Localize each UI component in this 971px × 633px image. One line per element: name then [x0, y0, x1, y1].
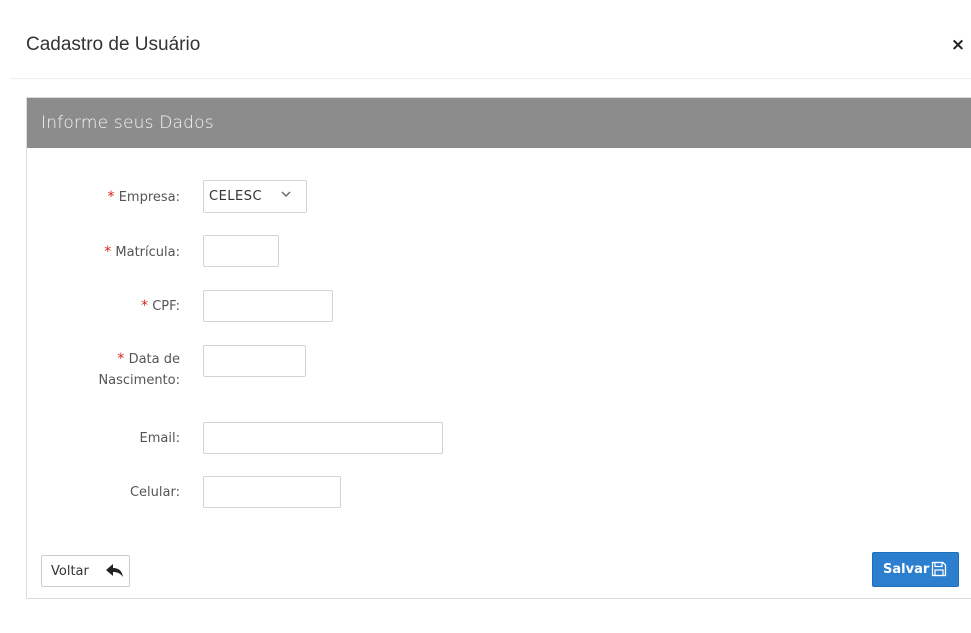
- required-marker: *: [104, 244, 112, 260]
- reply-arrow-icon: [106, 564, 123, 577]
- salvar-button-label: Salvar: [883, 562, 930, 577]
- email-input[interactable]: [203, 422, 443, 454]
- chevron-down-icon: [281, 191, 291, 197]
- required-marker: *: [107, 189, 115, 205]
- empresa-label: * Empresa:: [108, 188, 180, 207]
- voltar-button[interactable]: Voltar: [41, 555, 130, 587]
- data-nascimento-label-line2: Nascimento:: [98, 373, 180, 388]
- voltar-button-label: Voltar: [51, 564, 89, 579]
- modal-title: Cadastro de Usuário: [26, 34, 201, 55]
- matricula-label-text: Matrícula:: [115, 245, 180, 260]
- cpf-input[interactable]: [203, 290, 333, 322]
- data-panel: Informe seus Dados: [26, 97, 971, 599]
- celular-input[interactable]: [203, 476, 341, 508]
- salvar-button[interactable]: Salvar: [872, 552, 959, 587]
- empresa-select-value: CELESC: [209, 189, 263, 204]
- data-nascimento-input[interactable]: [203, 345, 306, 377]
- panel-heading-text: Informe seus Dados: [41, 113, 214, 133]
- empresa-select[interactable]: CELESC: [203, 180, 307, 213]
- cpf-label-text: CPF:: [152, 299, 180, 314]
- required-marker: *: [117, 351, 125, 367]
- cpf-label: * CPF:: [141, 297, 180, 316]
- data-nascimento-label: * Data de Nascimento:: [98, 350, 180, 390]
- email-label: Email:: [140, 430, 180, 448]
- matricula-label: * Matrícula:: [104, 243, 180, 262]
- empresa-label-text: Empresa:: [118, 190, 180, 205]
- celular-label-text: Celular:: [129, 485, 180, 500]
- close-icon[interactable]: ×: [948, 35, 968, 55]
- data-nascimento-label-line1: Data de: [128, 352, 180, 367]
- celular-label: Celular:: [130, 484, 180, 502]
- header-divider: [10, 78, 971, 79]
- floppy-disk-icon: [931, 561, 947, 577]
- email-label-text: Email:: [139, 431, 180, 446]
- required-marker: *: [141, 298, 149, 314]
- matricula-input[interactable]: [203, 235, 279, 267]
- panel-heading: Informe seus Dados: [27, 98, 971, 148]
